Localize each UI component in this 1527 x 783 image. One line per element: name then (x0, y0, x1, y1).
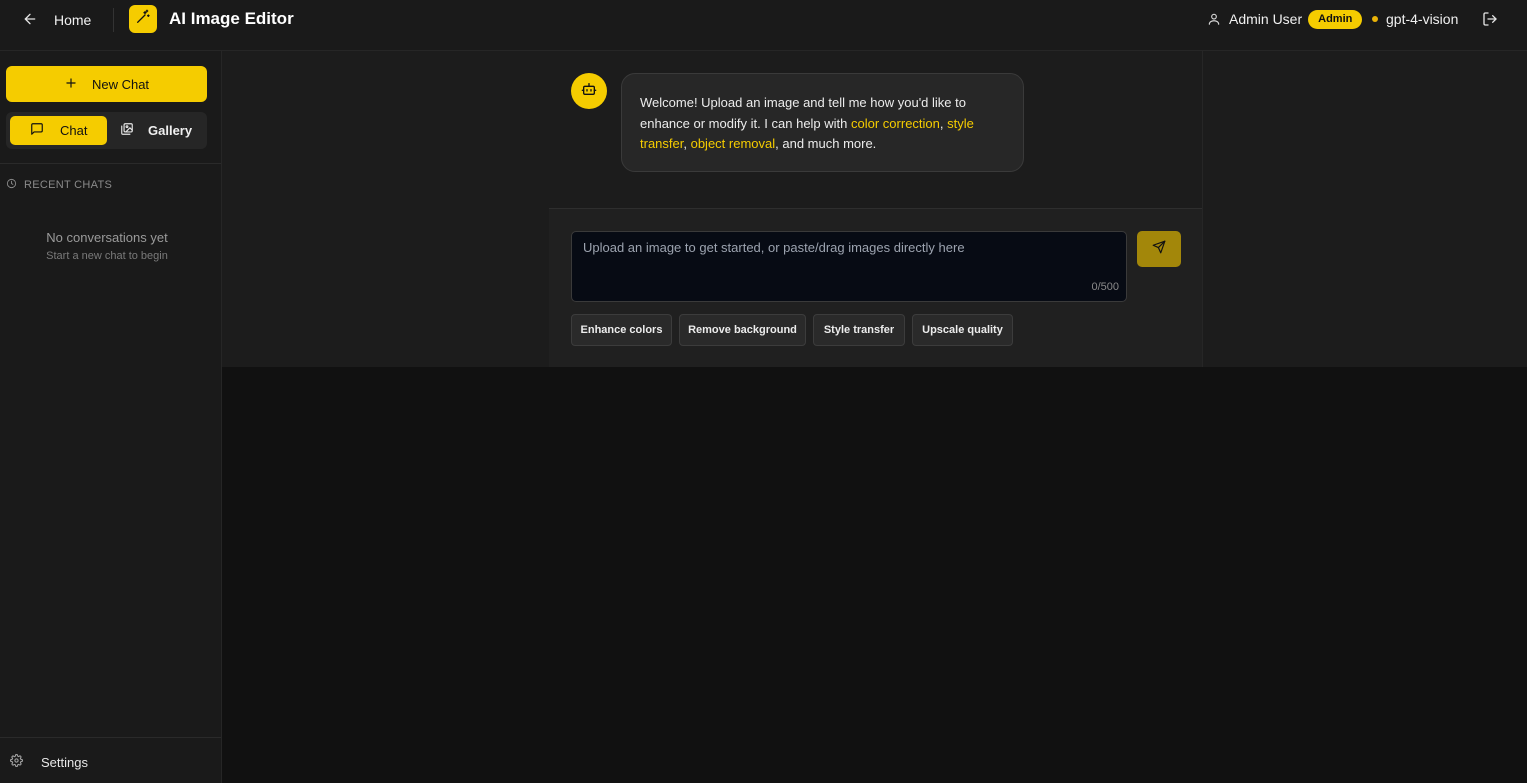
header-divider (113, 8, 114, 32)
message-input[interactable] (572, 232, 1126, 301)
sidebar-tabs: Chat Gallery (6, 112, 207, 149)
new-chat-label: New Chat (91, 76, 150, 92)
highlight-object-removal: object removal (690, 136, 776, 151)
user-info: Admin User Admin (1207, 8, 1363, 30)
send-icon (1152, 240, 1166, 259)
recent-chats-header: RECENT CHATS (6, 178, 112, 192)
tab-chat-label: Chat (60, 123, 88, 138)
app-title: AI Image Editor (169, 9, 294, 28)
arrow-left-icon (22, 11, 38, 30)
clock-icon (6, 178, 17, 192)
suggestion-upscale-quality[interactable]: Upscale quality (912, 314, 1013, 346)
status-dot (1372, 16, 1378, 22)
suggestion-remove-background[interactable]: Remove background (679, 314, 806, 346)
magic-wand-icon (135, 9, 151, 30)
settings-divider (0, 737, 221, 738)
suggestion-style-transfer[interactable]: Style transfer (813, 314, 905, 346)
welcome-outro: , and much more. (775, 136, 877, 151)
plus-icon (64, 76, 78, 93)
right-panel-divider (1202, 51, 1203, 367)
model-status: gpt-4-vision (1372, 8, 1458, 30)
char-count: 0/500 (1091, 281, 1119, 293)
app-logo (129, 5, 157, 33)
user-icon (1207, 12, 1221, 26)
tab-chat[interactable]: Chat (10, 116, 107, 145)
suggestion-enhance-colors[interactable]: Enhance colors (571, 314, 672, 346)
settings-button[interactable]: Settings (10, 754, 88, 770)
user-name: Admin User (1229, 11, 1303, 27)
bot-icon (581, 81, 597, 102)
welcome-sep-2: , (683, 136, 691, 151)
settings-label: Settings (41, 754, 88, 770)
images-icon (120, 122, 134, 139)
message-square-icon (30, 122, 44, 139)
message-input-box: 0/500 (571, 231, 1127, 302)
highlight-color-correction: color correction (851, 115, 940, 131)
tab-gallery[interactable]: Gallery (115, 116, 203, 145)
welcome-message: Welcome! Upload an image and tell me how… (621, 73, 1024, 172)
home-button[interactable]: Home (22, 8, 91, 32)
home-label: Home (54, 12, 92, 28)
empty-state-title: No conversations yet (46, 230, 168, 245)
top-header: Home AI Image Editor Admin User Admin gp… (0, 0, 1527, 51)
logout-icon[interactable] (1482, 11, 1498, 27)
gear-icon (10, 754, 23, 770)
new-chat-button[interactable]: New Chat (6, 66, 207, 102)
recent-chats-label: RECENT CHATS (24, 179, 113, 191)
empty-state-subtitle: Start a new chat to begin (46, 250, 168, 262)
bot-avatar (571, 73, 607, 109)
sidebar-divider (0, 163, 221, 164)
send-button[interactable] (1137, 231, 1181, 267)
model-name: gpt-4-vision (1386, 11, 1459, 27)
role-badge: Admin (1308, 9, 1363, 29)
tab-gallery-label: Gallery (148, 123, 193, 138)
sidebar: New Chat Chat Gallery RECENT CHATS No co… (0, 51, 222, 783)
